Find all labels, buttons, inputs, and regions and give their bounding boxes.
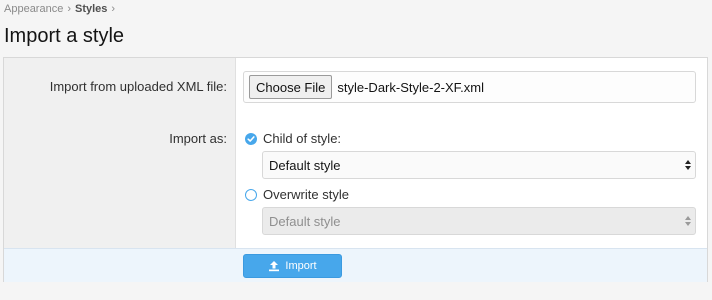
import-button-label: Import [285,260,317,272]
radio-unchecked-icon[interactable] [245,188,257,201]
file-name: style-Dark-Style-2-XF.xml [337,79,484,95]
file-input[interactable]: Choose File style-Dark-Style-2-XF.xml [243,71,696,103]
form-footer: Import [4,248,707,282]
choose-file-button[interactable]: Choose File [249,75,333,99]
overwrite-style-select[interactable]: Default style [262,207,696,235]
overwrite-style-value: Default style [269,213,341,229]
import-form: Import from uploaded XML file: Import as… [3,57,708,282]
breadcrumb-separator: › [111,3,116,15]
page-title: Import a style [4,25,125,47]
child-of-style-label: Child of style: [263,131,342,146]
check-icon[interactable] [245,132,257,145]
overwrite-style-radio[interactable]: Overwrite style [245,187,349,202]
overwrite-style-label: Overwrite style [263,187,349,202]
parent-style-select[interactable]: Default style [262,151,696,179]
import-file-label: Import from uploaded XML file: [49,79,227,94]
upload-icon [269,261,280,272]
breadcrumb: Appearance › Styles › [4,3,115,15]
breadcrumb-separator: › [67,3,71,15]
import-as-label: Import as: [169,131,227,146]
breadcrumb-styles[interactable]: Styles [75,3,107,15]
label-column: Import from uploaded XML file: Import as… [4,58,236,248]
parent-style-value: Default style [269,157,341,173]
select-arrows-icon [685,216,691,226]
import-button[interactable]: Import [243,254,342,278]
select-arrows-icon [685,160,691,170]
breadcrumb-appearance[interactable]: Appearance [4,3,63,15]
child-of-style-radio[interactable]: Child of style: [245,131,341,146]
